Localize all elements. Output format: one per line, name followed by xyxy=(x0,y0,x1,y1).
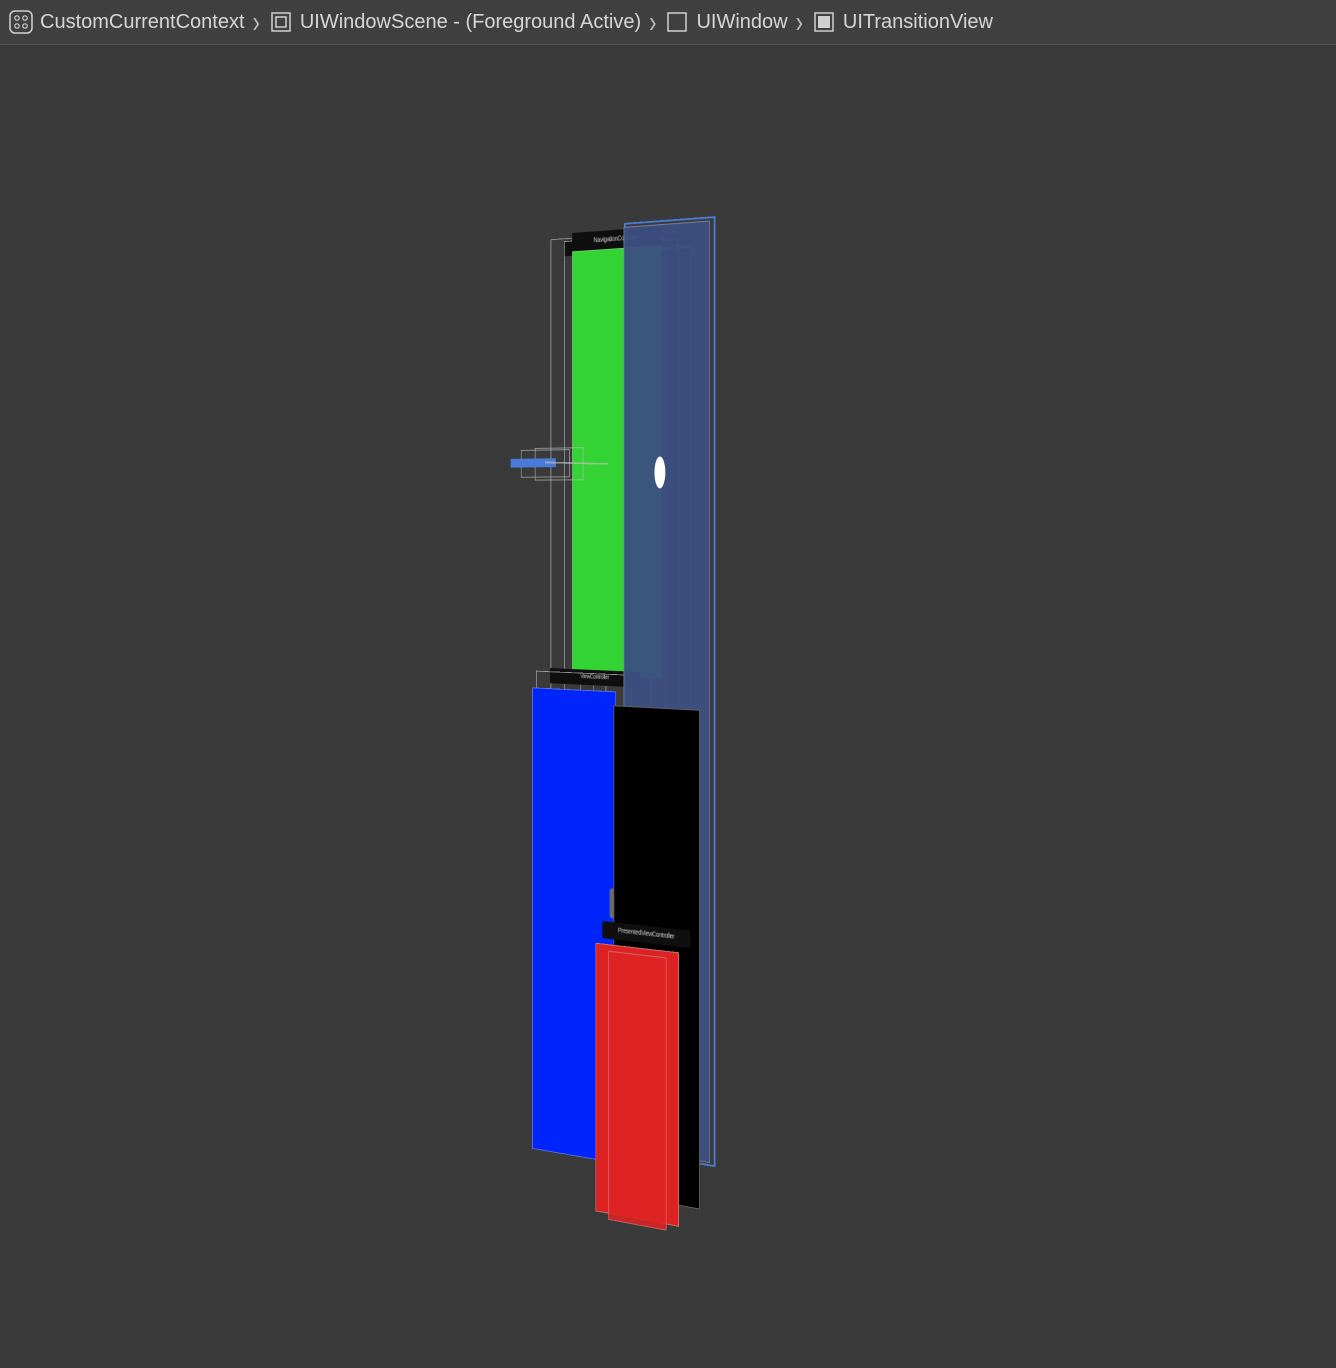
breadcrumb-label: UITransitionView xyxy=(843,11,993,34)
breadcrumb-item-view[interactable]: UITransitionView xyxy=(809,9,995,35)
breadcrumb: CustomCurrentContext › UIWindowScene - (… xyxy=(0,0,1336,45)
view-debugger-canvas[interactable]: UIWindowScene - (Foreground Active) UITr… xyxy=(0,44,1336,1368)
layer-red-front[interactable] xyxy=(608,951,666,1231)
window-icon xyxy=(664,9,690,35)
breadcrumb-item-app[interactable]: CustomCurrentContext xyxy=(6,9,247,35)
selection-indicator-icon xyxy=(654,456,665,488)
breadcrumb-item-scene[interactable]: UIWindowScene - (Foreground Active) xyxy=(266,9,643,35)
chevron-right-icon: › xyxy=(253,7,260,38)
scene-icon xyxy=(268,9,294,35)
chevron-right-icon: › xyxy=(649,7,656,38)
breadcrumb-label: UIWindowScene - (Foreground Active) xyxy=(300,11,641,34)
view-icon xyxy=(811,9,837,35)
app-icon xyxy=(8,9,34,35)
chevron-right-icon: › xyxy=(796,7,803,38)
breadcrumb-item-window[interactable]: UIWindow xyxy=(662,9,789,35)
breadcrumb-label: CustomCurrentContext xyxy=(40,11,245,34)
breadcrumb-label: UIWindow xyxy=(696,11,787,34)
